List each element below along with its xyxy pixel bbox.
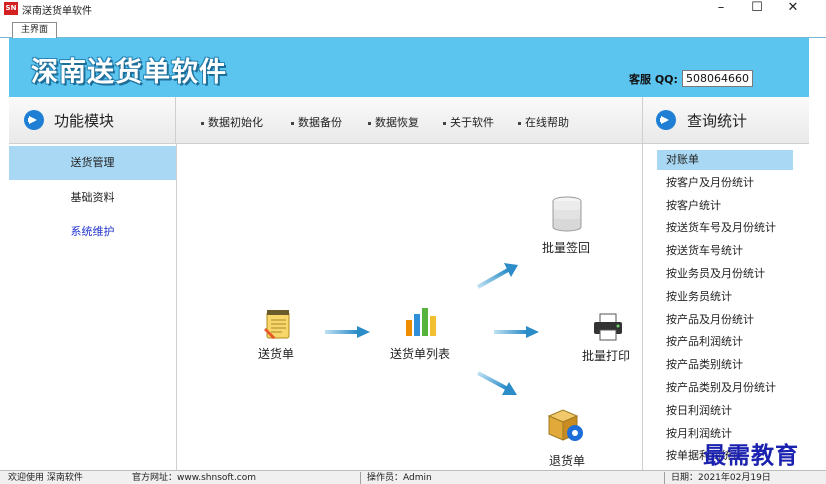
batch-print-button[interactable] — [592, 312, 624, 345]
qq-number-field[interactable]: 508064660 — [682, 70, 753, 87]
query-stats-header: 查询统计 — [642, 97, 809, 144]
bullet-icon — [518, 121, 521, 125]
window-right-margin — [809, 38, 826, 470]
header-row: 功能模块 数据初始化 数据备份 数据恢复 关于软件 在线帮助 查询统计 — [9, 97, 809, 144]
left-nav-panel: 送货管理 基础资料 系统维护 — [9, 144, 177, 470]
bullet-icon — [443, 121, 446, 125]
close-button[interactable]: ✕ — [776, 0, 810, 18]
status-bar: 欢迎使用 深南软件 官方网址：www.shnsoft.com 操作员：Admin… — [0, 470, 826, 484]
toolbar-data-restore-label: 数据恢复 — [375, 116, 419, 129]
batch-print-label: 批量打印 — [582, 349, 631, 363]
tab-strip: 主界面 — [0, 18, 826, 38]
delivery-note-label: 送货单 — [258, 347, 295, 361]
bullet-icon — [201, 121, 204, 125]
bullet-icon — [368, 121, 371, 125]
delivery-note-button[interactable] — [262, 308, 294, 343]
notepad-pencil-icon — [264, 310, 290, 339]
window-title: 深南送货单软件 — [22, 6, 92, 17]
return-note-label: 退货单 — [549, 454, 586, 468]
report-item[interactable]: 按客户及月份统计 — [666, 173, 754, 193]
status-website: 官方网址：www.shnsoft.com — [132, 473, 257, 483]
report-item[interactable]: 按产品类别统计 — [666, 355, 743, 375]
status-date: 日期：2021年02月19日 — [671, 473, 771, 483]
printer-icon — [594, 313, 622, 341]
delivery-list-label: 送货单列表 — [390, 347, 451, 361]
nav-item-basic-data[interactable]: 基础资料 — [9, 181, 176, 215]
status-divider — [360, 472, 361, 484]
nav-item-system-maintenance[interactable]: 系统维护 — [9, 215, 176, 249]
report-item[interactable]: 按送货车号统计 — [666, 241, 743, 261]
right-report-panel: 对账单 按客户及月份统计 按客户统计 按送货车号及月份统计 按送货车号统计 按业… — [642, 144, 809, 470]
function-module-header: 功能模块 — [9, 97, 176, 144]
arrow-list-to-return-note — [477, 371, 517, 395]
batch-return-label: 批量签回 — [542, 241, 591, 255]
toolbar-data-init-label: 数据初始化 — [208, 116, 263, 129]
report-item[interactable]: 按业务员及月份统计 — [666, 264, 765, 284]
watermark: 最需教育 — [703, 442, 799, 469]
query-stats-title: 查询统计 — [687, 112, 748, 130]
toolbar-online-help[interactable]: 在线帮助 — [518, 114, 569, 130]
report-item[interactable]: 按客户统计 — [666, 196, 721, 216]
report-item[interactable]: 按日利润统计 — [666, 401, 732, 421]
app-banner: 深南送货单软件 客服 QQ: 508064660 — [9, 38, 809, 97]
report-item[interactable]: 按业务员统计 — [666, 287, 732, 307]
title-bar: SN 深南送货单软件 – ☐ ✕ — [0, 0, 826, 18]
status-welcome: 欢迎使用 深南软件 — [8, 473, 83, 483]
tab-main[interactable]: 主界面 — [12, 22, 58, 38]
batch-return-button[interactable] — [551, 196, 583, 235]
maximize-button[interactable]: ☐ — [740, 0, 774, 18]
box-gear-icon — [547, 409, 583, 441]
toolbar-data-restore[interactable]: 数据恢复 — [368, 114, 419, 130]
report-item[interactable]: 按产品类别及月份统计 — [666, 378, 776, 398]
status-divider — [664, 472, 665, 484]
toolbar-about-label: 关于软件 — [450, 116, 494, 129]
function-module-title: 功能模块 — [54, 112, 115, 130]
toolbar-about[interactable]: 关于软件 — [443, 114, 494, 130]
app-logo-icon: SN — [4, 2, 18, 15]
bar-chart-icon — [406, 308, 436, 336]
banner-title: 深南送货单软件 — [31, 57, 227, 88]
delivery-list-button[interactable] — [404, 304, 438, 341]
arrow-list-to-print — [494, 326, 539, 338]
report-item[interactable]: 按送货车号及月份统计 — [666, 218, 776, 238]
report-item-statement[interactable]: 对账单 — [657, 150, 793, 170]
flow-canvas: 送货单 送货单列表 批量签回 批量打印 退货单 — [178, 144, 642, 470]
return-note-button[interactable] — [547, 408, 585, 447]
report-item[interactable]: 按产品及月份统计 — [666, 310, 754, 330]
arrow-right-circle-icon — [24, 110, 44, 130]
toolbar-online-help-label: 在线帮助 — [525, 116, 569, 129]
report-item[interactable]: 按产品利润统计 — [666, 332, 743, 352]
arrow-list-to-return-sign — [477, 263, 518, 289]
qq-label: 客服 QQ: — [629, 73, 678, 86]
toolbar-data-backup-label: 数据备份 — [298, 116, 342, 129]
arrow-right-circle-icon — [656, 110, 676, 130]
arrow-note-to-list — [325, 326, 370, 338]
toolbar-data-init[interactable]: 数据初始化 — [201, 114, 263, 130]
minimize-button[interactable]: – — [704, 0, 738, 18]
bullet-icon — [291, 121, 294, 125]
nav-item-delivery-management[interactable]: 送货管理 — [9, 146, 176, 180]
status-operator: 操作员：Admin — [367, 473, 432, 483]
toolbar-data-backup[interactable]: 数据备份 — [291, 114, 342, 130]
database-icon — [552, 196, 582, 232]
